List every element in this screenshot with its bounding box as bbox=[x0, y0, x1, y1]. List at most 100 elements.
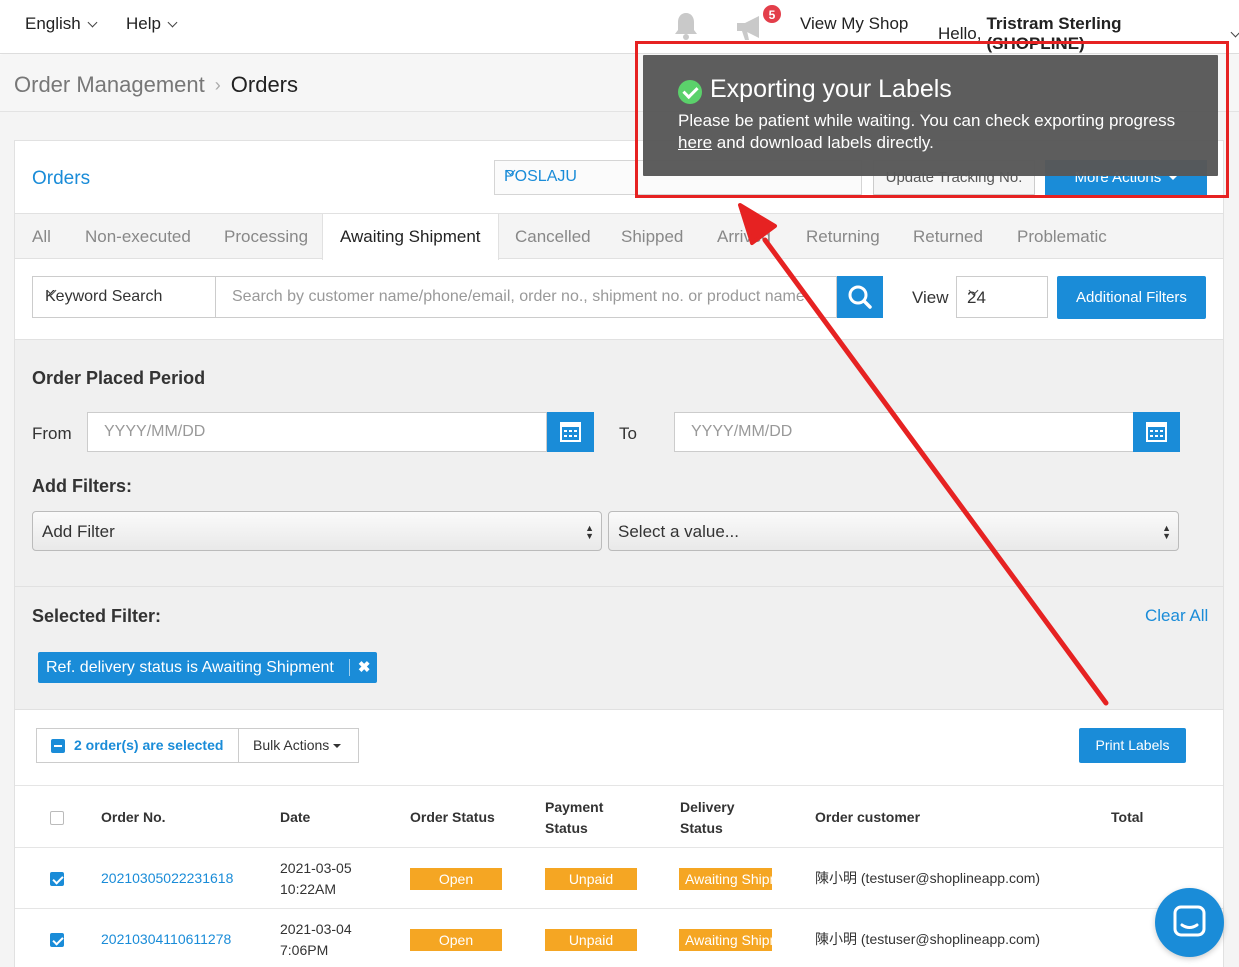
time-text: 10:22AM bbox=[280, 881, 337, 897]
add-filter-value: Add Filter bbox=[42, 522, 115, 541]
chat-icon bbox=[1173, 905, 1206, 937]
help-label: Help bbox=[126, 14, 161, 33]
breadcrumb-current: Orders bbox=[230, 72, 299, 97]
breadcrumb-parent[interactable]: Order Management bbox=[14, 72, 205, 98]
order-date: 2021-03-05 10:22AM bbox=[280, 858, 352, 900]
language-label: English bbox=[25, 14, 81, 33]
tab-cancelled[interactable]: Cancelled bbox=[515, 214, 591, 259]
deselect-checkbox[interactable] bbox=[51, 739, 65, 753]
order-status-badge: Open bbox=[410, 929, 502, 951]
tab-non-executed[interactable]: Non-executed bbox=[85, 214, 191, 259]
payment-status-badge: Unpaid bbox=[545, 868, 637, 890]
column-header-date: Date bbox=[280, 809, 311, 825]
row-checkbox[interactable] bbox=[50, 933, 64, 947]
order-customer: 陳小明 (testuser@shoplineapp.com) bbox=[815, 931, 1041, 947]
tab-problematic[interactable]: Problematic bbox=[1017, 214, 1107, 259]
tab-all[interactable]: All bbox=[32, 214, 51, 259]
tab-returned[interactable]: Returned bbox=[913, 214, 983, 259]
panel-title: Orders bbox=[32, 168, 91, 189]
date-text: 2021-03-04 bbox=[280, 921, 352, 937]
tab-arrived[interactable]: Arrived bbox=[717, 214, 771, 259]
print-labels-button[interactable]: Print Labels bbox=[1079, 728, 1186, 763]
breadcrumb: Order Management › Orders bbox=[14, 72, 298, 98]
keyword-search-select[interactable]: Keyword Search bbox=[32, 276, 216, 318]
divider bbox=[15, 908, 1223, 909]
add-filters-title: Add Filters: bbox=[32, 476, 133, 496]
column-header-order-no: Order No. bbox=[101, 809, 166, 825]
date-text: 2021-03-05 bbox=[280, 860, 352, 876]
column-header-delivery-status: Delivery Status bbox=[680, 797, 734, 839]
bulk-actions-button[interactable]: Bulk Actions bbox=[238, 728, 359, 763]
order-number-link[interactable]: 20210305022231618 bbox=[101, 868, 233, 889]
to-label: To bbox=[619, 424, 637, 443]
selected-count-label: 2 order(s) are selected bbox=[74, 737, 224, 753]
order-number-link[interactable]: 20210304110611278 bbox=[101, 929, 231, 950]
from-date-input[interactable] bbox=[87, 412, 547, 452]
language-menu[interactable]: English bbox=[25, 14, 98, 34]
filters-area: Order Placed Period From To Add Filters:… bbox=[15, 339, 1223, 710]
delivery-status-badge: Awaiting Shipment bbox=[679, 929, 772, 951]
help-menu[interactable]: Help bbox=[126, 14, 178, 34]
filter-chip-label: Ref. delivery status is Awaiting Shipmen… bbox=[46, 658, 334, 676]
selected-count-box[interactable]: 2 order(s) are selected bbox=[36, 728, 239, 763]
annotation-highlight-box bbox=[635, 41, 1229, 198]
from-calendar-button[interactable] bbox=[547, 412, 594, 452]
bell-icon[interactable] bbox=[673, 11, 699, 41]
delivery-status-badge: Awaiting Shipment bbox=[679, 868, 772, 890]
tab-awaiting-shipment[interactable]: Awaiting Shipment bbox=[322, 214, 499, 260]
chevron-down-icon bbox=[87, 17, 98, 27]
order-placed-period-title: Order Placed Period bbox=[32, 368, 206, 388]
divider bbox=[15, 847, 1223, 848]
chat-launcher-button[interactable] bbox=[1155, 888, 1224, 957]
view-label: View bbox=[912, 288, 949, 307]
row-checkbox[interactable] bbox=[50, 872, 64, 886]
order-customer: 陳小明 (testuser@shoplineapp.com) bbox=[815, 870, 1041, 886]
header-line: Delivery bbox=[680, 799, 735, 815]
header-line: Status bbox=[545, 820, 588, 836]
select-all-checkbox[interactable] bbox=[50, 811, 64, 825]
search-icon bbox=[848, 285, 872, 309]
chevron-down-icon bbox=[1230, 27, 1239, 37]
close-icon[interactable]: ✖ bbox=[348, 659, 378, 676]
tab-shipped[interactable]: Shipped bbox=[621, 214, 683, 259]
orders-panel: Orders POSLAJU Update Tracking No. More … bbox=[14, 140, 1224, 967]
time-text: 7:06PM bbox=[280, 942, 329, 958]
caret-down-icon bbox=[333, 744, 342, 749]
calendar-icon bbox=[1146, 422, 1167, 442]
tab-returning[interactable]: Returning bbox=[806, 214, 880, 259]
updown-arrows-icon: ▲ ▼ bbox=[585, 523, 594, 541]
filter-chip: Ref. delivery status is Awaiting Shipmen… bbox=[38, 652, 378, 683]
selected-filter-title: Selected Filter: bbox=[32, 606, 162, 626]
payment-status-badge: Unpaid bbox=[545, 929, 637, 951]
tab-processing[interactable]: Processing bbox=[224, 214, 308, 259]
column-header-customer: Order customer bbox=[815, 809, 921, 825]
chevron-down-icon bbox=[167, 17, 178, 27]
filter-value-select[interactable]: Select a value... ▲ ▼ bbox=[608, 511, 1179, 551]
to-date-input[interactable] bbox=[674, 412, 1134, 452]
filter-value-placeholder: Select a value... bbox=[618, 522, 739, 541]
divider bbox=[15, 785, 1223, 786]
header-line: Payment bbox=[545, 799, 604, 815]
bulk-actions-label: Bulk Actions bbox=[253, 737, 330, 753]
column-header-payment-status: Payment Status bbox=[545, 797, 603, 839]
status-tabs: All Non-executed Processing Awaiting Shi… bbox=[15, 213, 1223, 260]
additional-filters-button[interactable]: Additional Filters bbox=[1057, 276, 1206, 319]
view-shop-label: View My Shop bbox=[800, 14, 909, 33]
to-calendar-button[interactable] bbox=[1133, 412, 1180, 452]
search-input[interactable] bbox=[215, 276, 837, 318]
view-count-select[interactable]: 24 bbox=[956, 276, 1048, 318]
column-header-order-status: Order Status bbox=[410, 809, 495, 825]
order-date: 2021-03-04 7:06PM bbox=[280, 919, 352, 961]
keyword-search-value: Keyword Search bbox=[45, 288, 163, 305]
order-status-badge: Open bbox=[410, 868, 502, 890]
search-button[interactable] bbox=[837, 276, 883, 318]
clear-all-link[interactable]: Clear All bbox=[1145, 606, 1208, 626]
notification-badge: 5 bbox=[761, 3, 783, 25]
from-label: From bbox=[32, 424, 72, 443]
add-filter-select[interactable]: Add Filter ▲ ▼ bbox=[32, 511, 602, 551]
breadcrumb-separator-icon: › bbox=[214, 74, 221, 95]
header-line: Status bbox=[680, 820, 723, 836]
view-my-shop-link[interactable]: View My Shop bbox=[800, 14, 908, 34]
divider bbox=[15, 586, 1223, 587]
calendar-icon bbox=[560, 422, 581, 442]
